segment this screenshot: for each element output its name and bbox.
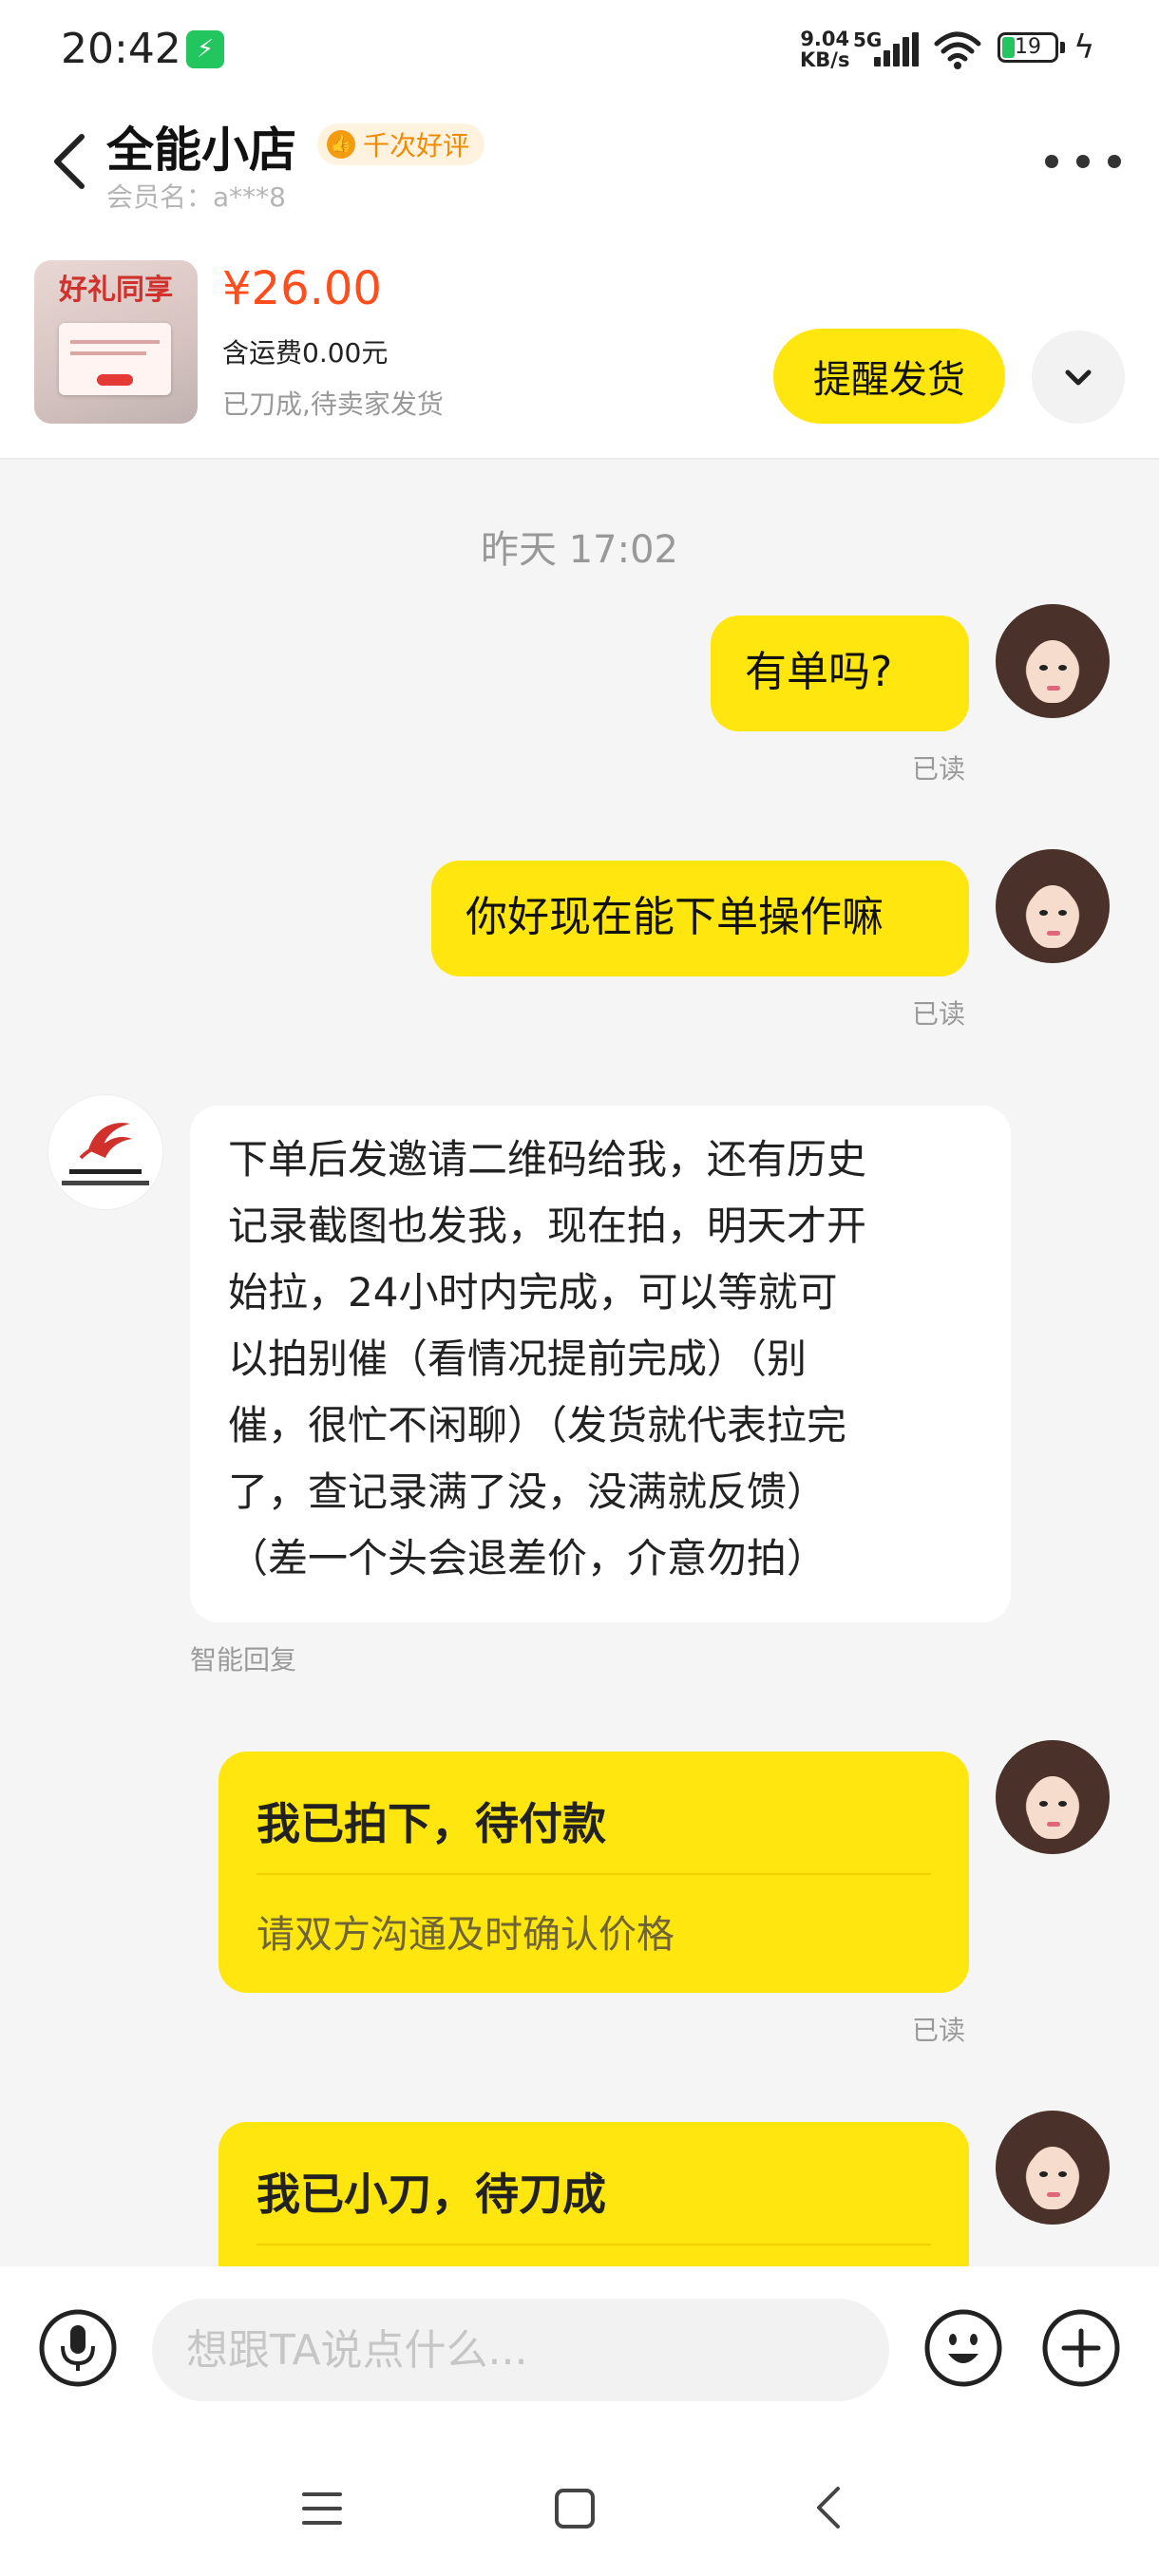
message-line: 催，很忙不闲聊）（发货就代表拉完 <box>228 1402 847 1449</box>
read-receipt: 已读 <box>912 2015 966 2046</box>
status-time: 20:42 <box>61 25 181 73</box>
microphone-icon[interactable] <box>38 2308 118 2388</box>
member-name: 会员名：a***8 <box>106 181 286 213</box>
message-input[interactable] <box>152 2299 889 2401</box>
shipping-fee: 含运费0.00元 <box>222 337 389 369</box>
airline-logo-icon <box>62 1123 149 1185</box>
message-line: 以拍别催（看情况提前完成）（别 <box>228 1335 808 1382</box>
card-title: 我已拍下，待付款 <box>256 1798 606 1849</box>
back-button[interactable] <box>42 123 99 199</box>
rating-badge[interactable]: 👍 千次好评 <box>317 123 485 165</box>
battery-cap <box>1060 42 1065 53</box>
battery-level: 19 <box>1015 35 1041 59</box>
shop-name[interactable]: 全能小店 <box>106 112 296 180</box>
avatar[interactable] <box>996 2111 1110 2225</box>
message-bubble[interactable]: 有单吗? <box>711 616 969 731</box>
message-line: 始拉，24小时内完成，可以等就可 <box>228 1269 838 1316</box>
order-status: 已刀成,待卖家发货 <box>222 388 444 420</box>
message-line: 记录截图也发我，现在拍，明天才开 <box>228 1203 867 1249</box>
avatar[interactable] <box>996 604 1110 718</box>
nav-back-icon[interactable] <box>808 2483 851 2532</box>
bolt-icon: ϟ <box>1074 28 1095 66</box>
card-subtitle: 请双方沟通及时确认价格 <box>256 1913 674 1957</box>
product-thumbnail[interactable]: 好礼同享 <box>34 260 198 424</box>
smart-reply-note: 智能回复 <box>190 1644 297 1676</box>
read-receipt: 已读 <box>912 998 966 1030</box>
message-line: 了，查记录满了没，没满就反馈） <box>228 1468 827 1515</box>
card-divider <box>256 2244 931 2245</box>
avatar[interactable] <box>996 849 1110 963</box>
chevron-down-icon[interactable] <box>1032 331 1125 424</box>
avatar[interactable] <box>996 1740 1110 1854</box>
message-bubble[interactable]: 你好现在能下单操作嘛 <box>431 861 969 976</box>
net-speed: 9.04 KB/s <box>800 28 849 70</box>
chat-timestamp: 昨天 17:02 <box>481 528 678 572</box>
wifi-icon <box>934 31 981 69</box>
remind-shipping-button[interactable]: 提醒发货 <box>773 329 1005 424</box>
net-speed-unit: KB/s <box>800 48 850 71</box>
message-line: 下单后发邀请二维码给我，还有历史 <box>228 1136 867 1183</box>
charging-icon: ⚡ <box>186 30 224 68</box>
net-speed-value: 9.04 <box>800 28 850 50</box>
battery-icon: 19 <box>998 32 1058 63</box>
add-icon[interactable] <box>1041 2308 1121 2388</box>
read-receipt: 已读 <box>912 753 966 785</box>
message-line: （差一个头会退差价，介意勿拍） <box>228 1535 827 1582</box>
menu-icon[interactable] <box>300 2487 344 2530</box>
product-price: ¥26.00 <box>222 262 382 315</box>
product-thumbnail-banner: 好礼同享 <box>59 274 173 307</box>
emoji-icon[interactable] <box>923 2308 1003 2388</box>
card-divider <box>256 1873 931 1875</box>
rating-badge-label: 千次好评 <box>363 130 470 161</box>
order-status-card[interactable]: 我已拍下，待付款 请双方沟通及时确认价格 <box>218 1752 969 1993</box>
more-options-button[interactable] <box>1045 142 1121 180</box>
signal-icon <box>874 32 920 66</box>
message-bubble[interactable]: 下单后发邀请二维码给我，还有历史 记录截图也发我，现在拍，明天才开 始拉，24小… <box>190 1106 1011 1622</box>
home-icon[interactable] <box>553 2487 597 2530</box>
thumbs-up-icon: 👍 <box>327 130 355 159</box>
shop-avatar[interactable] <box>48 1094 163 1210</box>
card-title: 我已小刀，待刀成 <box>256 2169 606 2220</box>
